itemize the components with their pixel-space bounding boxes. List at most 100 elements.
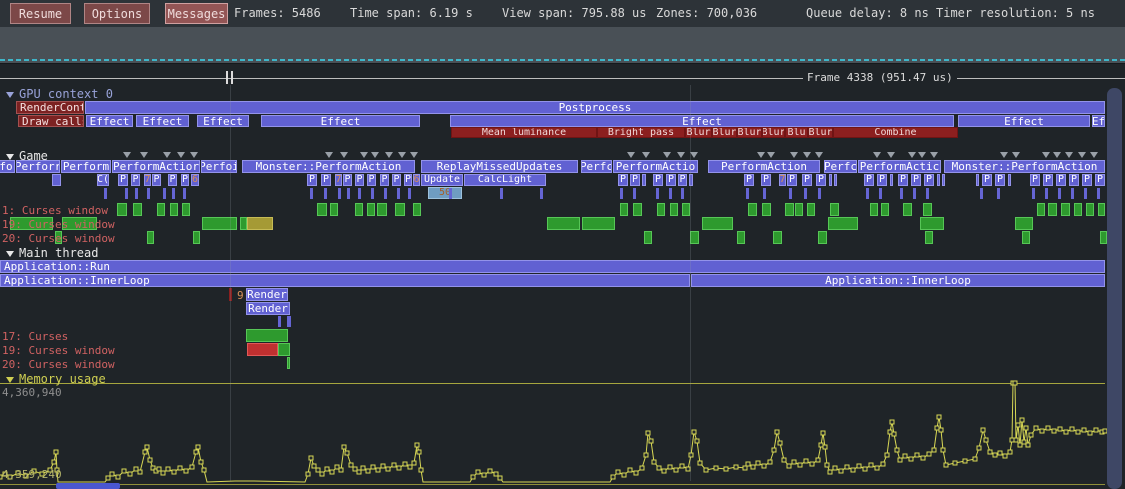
zone-curses[interactable] (240, 217, 247, 230)
zone-tick[interactable] (125, 188, 128, 199)
zone-game-small[interactable]: 7 (779, 174, 786, 186)
message-marker-icon[interactable] (123, 152, 131, 158)
zone-curses[interactable] (147, 231, 154, 244)
zone-curses[interactable] (133, 203, 142, 216)
zone-curses[interactable] (773, 231, 782, 244)
zone-game-small[interactable]: P (802, 174, 812, 186)
zone-tick[interactable] (818, 188, 821, 199)
zone-game-small[interactable]: P (995, 174, 1005, 186)
zone-curses[interactable] (1074, 203, 1082, 216)
zone-curses[interactable] (903, 203, 912, 216)
zone-tick[interactable] (789, 188, 792, 199)
message-marker-icon[interactable] (1090, 152, 1098, 158)
zone-game-small[interactable]: P (1043, 174, 1053, 186)
zone-game-small[interactable] (52, 174, 61, 186)
zone-effect[interactable]: Effect (450, 115, 954, 127)
zone-game-small[interactable]: P (618, 174, 628, 186)
zone-game-small[interactable]: P (404, 174, 412, 186)
zone-curses[interactable] (923, 203, 932, 216)
zone-tick[interactable] (163, 188, 166, 199)
zone-tick[interactable] (633, 188, 636, 199)
zone-game-small[interactable]: 7 (335, 174, 342, 186)
zone-game-small[interactable]: P (355, 174, 364, 186)
zone-curses[interactable] (1037, 203, 1045, 216)
zone-game-small[interactable]: P (630, 174, 640, 186)
zone-gpu-pass[interactable]: Blur (712, 127, 737, 138)
zone-tick[interactable] (540, 188, 543, 199)
zone-curses[interactable] (202, 217, 237, 230)
zone-curses[interactable] (657, 203, 665, 216)
message-marker-icon[interactable] (873, 152, 881, 158)
zone-game-small[interactable] (834, 174, 837, 186)
zone-tick[interactable] (1071, 188, 1074, 199)
zone-curses[interactable] (1048, 203, 1057, 216)
zone-curses-main[interactable] (278, 343, 290, 356)
zone-tick[interactable] (926, 188, 929, 199)
zone-game[interactable]: PerformActior (112, 160, 200, 173)
zone-tick[interactable] (310, 188, 313, 199)
zone-game[interactable]: ReplayMissedUpdates (421, 160, 578, 173)
zone-game[interactable]: Monster::PerformAction (944, 160, 1105, 173)
zone-game[interactable]: PerformActic (858, 160, 941, 173)
zone-tick[interactable] (681, 188, 684, 199)
zone-curses-main[interactable] (246, 329, 288, 342)
zone-curses[interactable] (317, 203, 327, 216)
zone-game-small[interactable]: P (653, 174, 663, 186)
zone-game-small[interactable]: P (1082, 174, 1092, 186)
zone-curses[interactable] (157, 203, 165, 216)
message-marker-icon[interactable] (757, 152, 765, 158)
zone-tick[interactable] (347, 188, 350, 199)
zone-application-innerloop[interactable]: Application::InnerLoop (691, 274, 1105, 287)
zone-tick[interactable] (1045, 188, 1048, 199)
zone-game-small[interactable]: P (1030, 174, 1040, 186)
zone-curses[interactable] (170, 203, 178, 216)
zone-game-small[interactable] (942, 174, 945, 186)
message-marker-icon[interactable] (627, 152, 635, 158)
zone-curses[interactable] (795, 203, 803, 216)
zone-gpu-pass[interactable]: Blur (762, 127, 785, 138)
zone-game-small[interactable]: 7 (144, 174, 151, 186)
zone-game-small[interactable] (937, 174, 940, 186)
message-marker-icon[interactable] (1012, 152, 1020, 158)
zone-gpu-pass[interactable]: Blur (808, 127, 833, 138)
zone-tick[interactable] (866, 188, 869, 199)
zone-tick[interactable] (408, 188, 411, 199)
zone-curses[interactable] (620, 203, 628, 216)
message-marker-icon[interactable] (398, 152, 406, 158)
zone-game-small[interactable]: P (911, 174, 921, 186)
message-marker-icon[interactable] (360, 152, 368, 158)
zone-curses[interactable] (395, 203, 405, 216)
zone-curses[interactable] (870, 203, 878, 216)
zone-curses[interactable] (670, 203, 678, 216)
zone-curses[interactable] (830, 203, 839, 216)
zone-tick[interactable] (1032, 188, 1035, 199)
zone-gpu-pass[interactable]: Combine (833, 127, 958, 138)
zone-game-small[interactable]: P (392, 174, 401, 186)
zone-game-small[interactable]: P (1069, 174, 1079, 186)
thread-label-curses-19-main[interactable]: 19: Curses window (2, 344, 115, 357)
zone-effect[interactable]: Effect (197, 115, 249, 127)
message-marker-icon[interactable] (340, 152, 348, 158)
zone-game-small[interactable]: P (924, 174, 934, 186)
zone-effect[interactable]: Effect (86, 115, 133, 127)
zone-game-small[interactable]: P (898, 174, 908, 186)
zone-curses-slow[interactable] (247, 217, 273, 230)
zone-tick[interactable] (997, 188, 1000, 199)
zone-tick[interactable] (500, 188, 503, 199)
zone-curses[interactable] (644, 231, 652, 244)
thread-label-curses-17[interactable]: 17: Curses (2, 330, 68, 343)
zone-tick[interactable] (879, 188, 882, 199)
frame-overview-strip[interactable] (0, 27, 1125, 64)
zone-curses[interactable] (193, 231, 200, 244)
zone-game-small[interactable]: P (761, 174, 771, 186)
zone-gpu-pass[interactable]: Mean luminance (451, 127, 597, 138)
zone-tick[interactable] (1058, 188, 1061, 199)
message-marker-icon[interactable] (385, 152, 393, 158)
zone-tick[interactable] (287, 316, 291, 327)
zone-curses[interactable] (737, 231, 745, 244)
message-marker-icon[interactable] (1078, 152, 1086, 158)
message-marker-icon[interactable] (177, 152, 185, 158)
zone-render[interactable]: Render (246, 288, 288, 301)
zone-curses[interactable] (1098, 203, 1105, 216)
zone-gpu-pass[interactable]: Bright pass (597, 127, 685, 138)
